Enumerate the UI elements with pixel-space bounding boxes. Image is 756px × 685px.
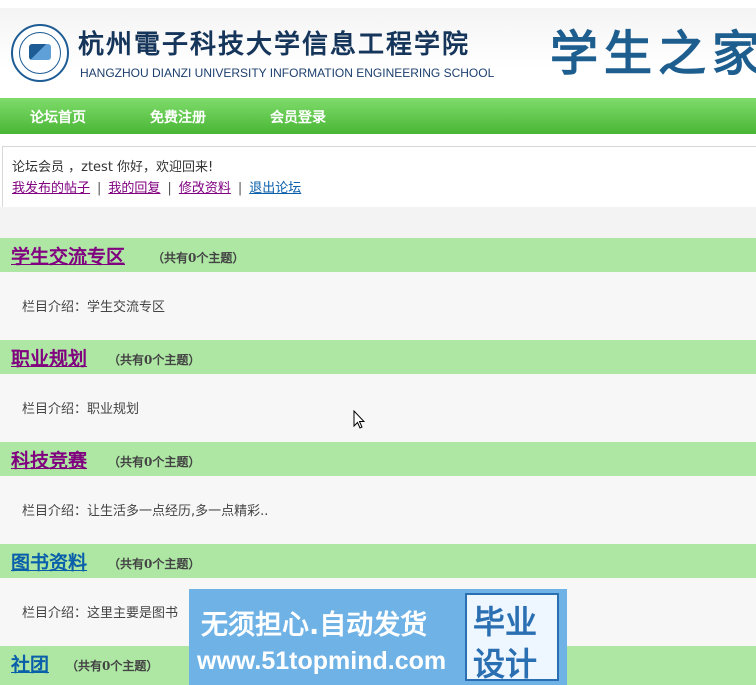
section-title-clubs[interactable]: 社团	[11, 650, 49, 677]
school-name-en: HANGZHOU DIANZI UNIVERSITY INFORMATION E…	[80, 66, 495, 80]
my-replies-link[interactable]: 我的回复	[108, 181, 160, 196]
nav-register[interactable]: 免费注册	[150, 107, 206, 127]
section-intro: 栏目介绍：让生活多一点经历,多一点精彩..	[22, 504, 269, 519]
section-intro: 栏目介绍：学生交流专区	[22, 300, 166, 315]
section-body: 栏目介绍：让生活多一点经历,多一点精彩..	[0, 476, 756, 544]
section-intro: 栏目介绍：这里主要是图书	[22, 606, 179, 621]
banner-text-line1: 无须担心.自动发货	[201, 610, 428, 641]
edit-profile-link[interactable]: 修改资料	[179, 181, 231, 196]
school-logo-icon	[11, 24, 69, 82]
section-header: 学生交流专区 （共有0个主题）	[0, 238, 756, 272]
main-nav: 论坛首页 免费注册 会员登录	[0, 98, 756, 134]
spacer	[0, 207, 756, 238]
welcome-message: 论坛会员 ，ztest 你好，欢迎回来!	[12, 160, 214, 175]
link-separator: |	[237, 181, 243, 196]
site-slogan: 学生之家	[550, 26, 756, 82]
section-topic-count: （共有0个主题）	[108, 455, 201, 469]
link-separator: |	[167, 181, 172, 196]
link-separator: |	[97, 181, 102, 196]
badge-line1: 毕业	[473, 603, 538, 641]
section-body: 栏目介绍：职业规划	[0, 374, 756, 442]
section-title-books[interactable]: 图书资料	[11, 548, 87, 575]
section-topic-count: （共有0个主题）	[108, 353, 201, 367]
my-posts-link[interactable]: 我发布的帖子	[12, 181, 90, 196]
section-intro: 栏目介绍：职业规划	[22, 402, 140, 417]
section-title-career-planning[interactable]: 职业规划	[11, 344, 87, 371]
section-header: 职业规划 （共有0个主题）	[0, 340, 756, 374]
badge-line2: 设计	[473, 645, 538, 683]
section-topic-count: （共有0个主题）	[152, 251, 245, 265]
banner-badge: 毕业 设计	[465, 593, 559, 683]
mouse-cursor-icon	[353, 410, 365, 429]
section-header: 科技竞赛 （共有0个主题）	[0, 442, 756, 476]
user-links: 我发布的帖子 | 我的回复 | 修改资料 | 退出论坛	[12, 177, 301, 196]
section-title-student-exchange[interactable]: 学生交流专区	[11, 242, 125, 269]
user-panel: 论坛会员 ，ztest 你好，欢迎回来! 我发布的帖子 | 我的回复 | 修改资料 | 退出…	[2, 146, 756, 208]
section-body: 栏目介绍：学生交流专区	[0, 272, 756, 340]
logout-link[interactable]: 退出论坛	[249, 181, 301, 196]
site-header: 杭州電子科技大学信息工程学院 HANGZHOU DIANZI UNIVERSIT…	[0, 0, 756, 98]
school-name-cn: 杭州電子科技大学信息工程学院	[78, 30, 471, 60]
nav-forum-home[interactable]: 论坛首页	[30, 107, 86, 127]
section-topic-count: （共有0个主题）	[66, 659, 159, 673]
promo-banner[interactable]: 无须担心.自动发货 www.51topmind.com 毕业 设计	[189, 589, 567, 685]
banner-url: www.51topmind.com	[197, 647, 447, 675]
section-header: 图书资料 （共有0个主题）	[0, 544, 756, 578]
section-title-tech-competition[interactable]: 科技竞赛	[11, 446, 87, 473]
section-topic-count: （共有0个主题）	[108, 557, 201, 571]
nav-login[interactable]: 会员登录	[270, 107, 326, 127]
